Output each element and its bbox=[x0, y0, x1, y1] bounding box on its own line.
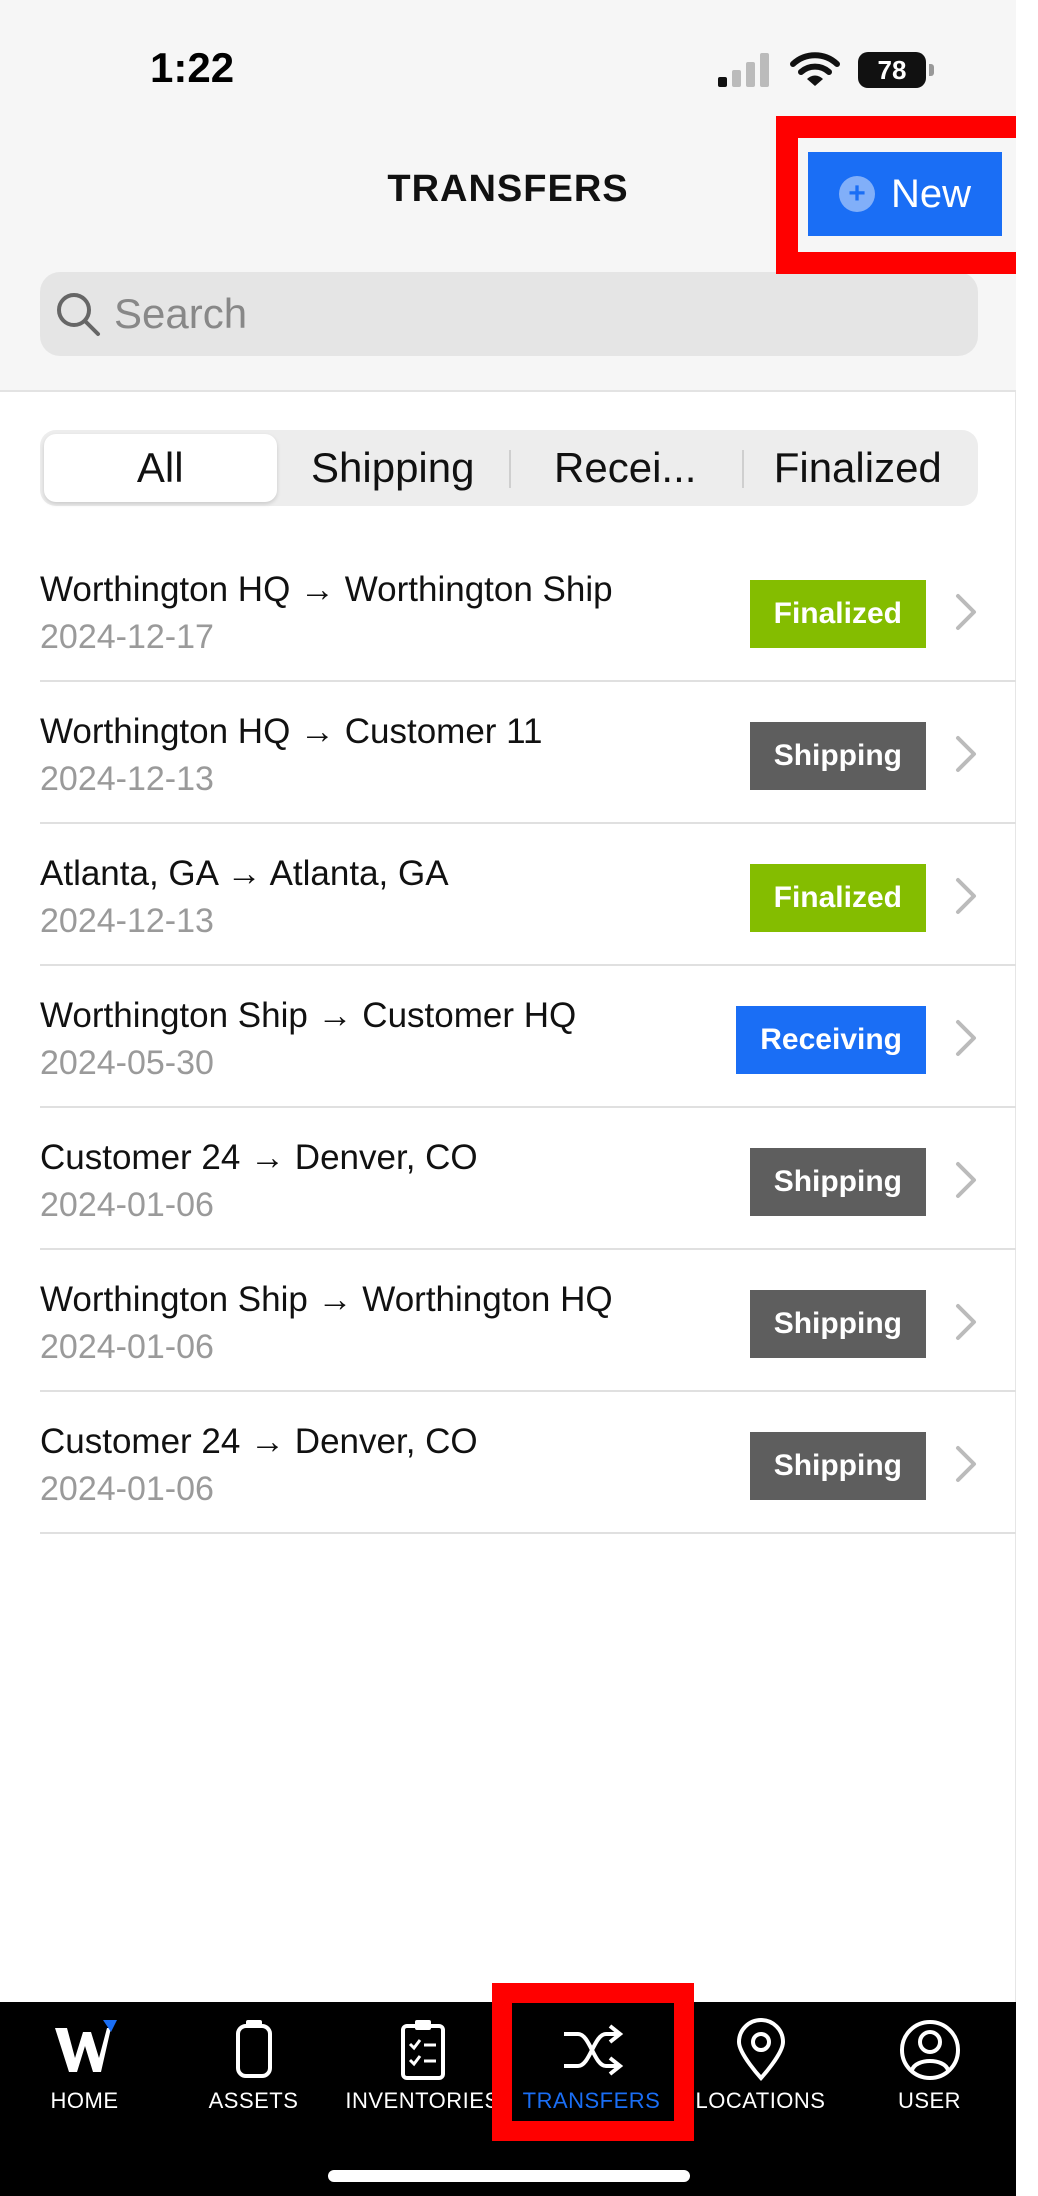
search-input[interactable] bbox=[114, 290, 974, 338]
status-time: 1:22 bbox=[150, 44, 235, 91]
filter-all[interactable]: All bbox=[44, 434, 277, 502]
status-badge: Shipping bbox=[749, 1148, 926, 1216]
new-transfer-button[interactable]: + New bbox=[808, 152, 1002, 236]
plus-circle-icon: + bbox=[838, 176, 875, 212]
transfer-row[interactable]: Atlanta, GA → Atlanta, GA 2024-12-13 Fin… bbox=[40, 824, 1016, 966]
transfer-route: Customer 24 → Denver, CO bbox=[40, 1138, 478, 1177]
tab-locations[interactable]: LOCATIONS bbox=[676, 2002, 845, 2132]
transfer-date: 2024-01-06 bbox=[40, 1186, 214, 1224]
chevron-right-icon bbox=[956, 1020, 976, 1056]
tab-label: LOCATIONS bbox=[695, 2088, 826, 2113]
battery-indicator: 78 bbox=[858, 52, 934, 88]
tab-user[interactable]: USER bbox=[845, 2002, 1014, 2132]
transfers-tab-highlight-box bbox=[492, 1983, 694, 2141]
chevron-right-icon bbox=[956, 878, 976, 914]
asset-tag-icon bbox=[235, 2020, 272, 2078]
filter-shipping[interactable]: Shipping bbox=[277, 434, 510, 502]
chevron-right-icon bbox=[956, 1446, 976, 1482]
tab-home[interactable]: HOME bbox=[0, 2002, 169, 2132]
search-bar[interactable] bbox=[40, 272, 978, 356]
status-badge: Finalized bbox=[749, 580, 926, 648]
home-indicator bbox=[328, 2170, 690, 2182]
transfer-route: Atlanta, GA → Atlanta, GA bbox=[40, 854, 449, 893]
transfer-date: 2024-12-13 bbox=[40, 902, 214, 940]
tab-label: USER bbox=[897, 2088, 962, 2113]
search-icon bbox=[57, 293, 100, 336]
transfer-route: Worthington Ship → Customer HQ bbox=[40, 996, 577, 1035]
transfer-date: 2024-05-30 bbox=[40, 1044, 214, 1082]
chevron-right-icon bbox=[956, 1304, 976, 1340]
tab-label: ASSETS bbox=[208, 2088, 299, 2113]
screen-edge bbox=[1016, 0, 1038, 2196]
filter-segmented-control: All Shipping Recei... Finalized bbox=[40, 430, 978, 506]
new-button-label: New bbox=[890, 171, 972, 216]
transfer-row[interactable]: Worthington HQ → Worthington Ship 2024-1… bbox=[40, 540, 1016, 682]
transfer-row[interactable]: Worthington HQ → Customer 11 2024-12-13 … bbox=[40, 682, 1016, 824]
transfer-date: 2024-01-06 bbox=[40, 1470, 214, 1508]
map-pin-icon bbox=[736, 2018, 785, 2081]
chevron-right-icon bbox=[956, 736, 976, 772]
clipboard-checklist-icon bbox=[400, 2020, 445, 2080]
wifi-icon bbox=[790, 52, 840, 86]
tab-inventories[interactable]: INVENTORIES bbox=[338, 2002, 507, 2132]
status-badge: Receiving bbox=[736, 1006, 926, 1074]
transfer-date: 2024-12-13 bbox=[40, 760, 214, 798]
status-badge: Shipping bbox=[749, 1432, 926, 1500]
chevron-right-icon bbox=[956, 1162, 976, 1198]
transfer-route: Worthington Ship → Worthington HQ bbox=[40, 1280, 613, 1319]
brand-logo-icon bbox=[54, 2020, 117, 2072]
transfer-row[interactable]: Worthington Ship → Customer HQ 2024-05-3… bbox=[40, 966, 1016, 1108]
status-badge: Shipping bbox=[749, 1290, 926, 1358]
chevron-right-icon bbox=[956, 594, 976, 630]
tab-assets[interactable]: ASSETS bbox=[169, 2002, 338, 2132]
tab-label: HOME bbox=[50, 2088, 119, 2113]
status-badge: Shipping bbox=[749, 722, 926, 790]
transfer-date: 2024-01-06 bbox=[40, 1328, 214, 1366]
transfer-date: 2024-12-17 bbox=[40, 618, 214, 656]
user-circle-icon bbox=[899, 2020, 960, 2080]
transfer-row[interactable]: Worthington Ship → Worthington HQ 2024-0… bbox=[40, 1250, 1016, 1392]
filter-receiving[interactable]: Recei... bbox=[509, 434, 742, 502]
transfer-route: Worthington HQ → Customer 11 bbox=[40, 712, 543, 751]
transfer-route: Customer 24 → Denver, CO bbox=[40, 1422, 478, 1461]
app-screen: 1:22 78 TRANSFERS + bbox=[0, 0, 1038, 2196]
transfer-row[interactable]: Customer 24 → Denver, CO 2024-01-06 Ship… bbox=[40, 1108, 1016, 1250]
filter-finalized[interactable]: Finalized bbox=[741, 434, 975, 502]
status-icons: 78 bbox=[718, 50, 934, 90]
transfer-route: Worthington HQ → Worthington Ship bbox=[40, 570, 613, 609]
tab-label: INVENTORIES bbox=[345, 2088, 500, 2113]
cellular-signal-icon bbox=[718, 53, 769, 87]
transfer-list: Worthington HQ → Worthington Ship 2024-1… bbox=[40, 540, 1016, 1534]
transfer-row[interactable]: Customer 24 → Denver, CO 2024-01-06 Ship… bbox=[40, 1392, 1016, 1534]
status-badge: Finalized bbox=[749, 864, 926, 932]
